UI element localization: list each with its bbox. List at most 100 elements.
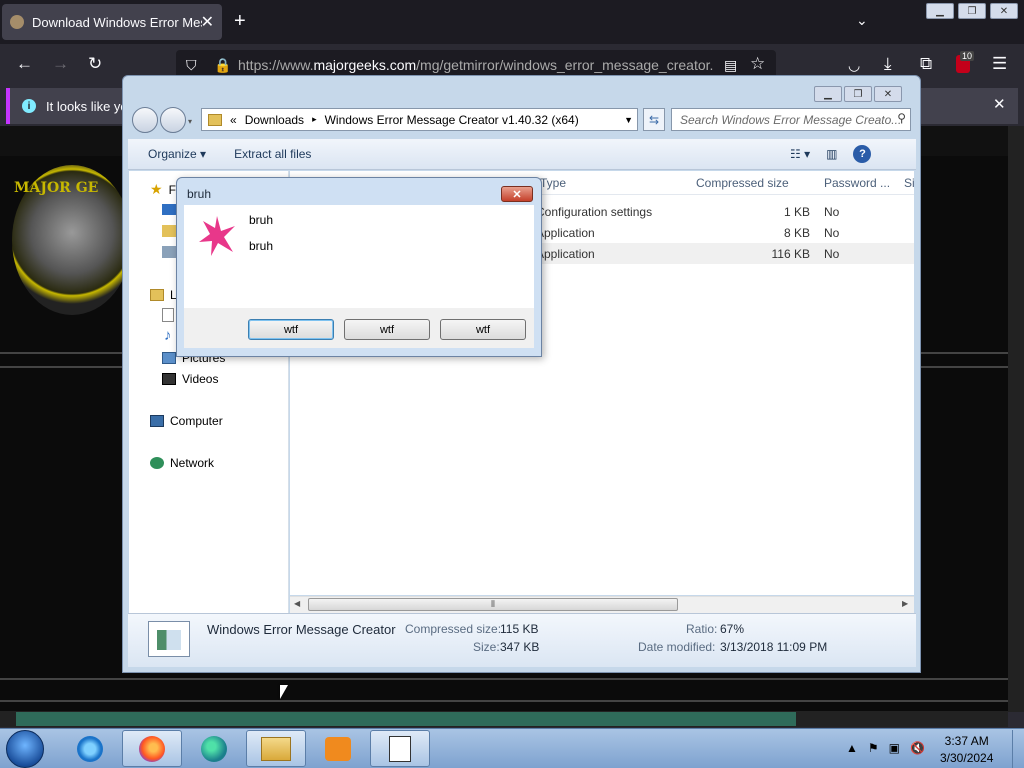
tab-title: Download Windows Error Message Creator — [32, 14, 202, 30]
page-divider — [0, 700, 1008, 702]
music-icon[interactable]: ♪ — [164, 327, 172, 344]
nav-libraries[interactable]: L — [150, 288, 177, 302]
detail-modified-value: 3/13/2018 11:09 PM — [720, 640, 828, 654]
back-arrow-icon[interactable]: ← — [16, 54, 33, 74]
pocket-icon[interactable]: ◡ — [848, 57, 860, 74]
downloads-icon[interactable]: ⤓ — [884, 54, 892, 74]
detail-name: Windows Error Message Creator — [207, 622, 396, 637]
breadcrumb-separator[interactable]: ▸ — [312, 114, 317, 125]
help-icon[interactable]: ? — [853, 145, 872, 163]
file-password: No — [824, 247, 840, 261]
breadcrumb-downloads[interactable]: Downloads — [245, 113, 304, 127]
downloads-folder-icon[interactable] — [162, 225, 176, 237]
close-button[interactable]: ✕ — [990, 3, 1018, 19]
lock-icon[interactable]: 🔒 — [214, 57, 231, 74]
maximize-button[interactable]: ❐ — [958, 3, 986, 19]
reload-icon[interactable]: ↻ — [88, 54, 102, 74]
col-password[interactable]: Password ... — [824, 176, 890, 190]
nav-favorites[interactable]: ★ F — [150, 181, 176, 198]
browser-tab[interactable]: Download Windows Error Message Creator ✕ — [2, 4, 222, 40]
recent-places-icon[interactable] — [162, 246, 176, 258]
address-dropdown-icon[interactable]: ▼ — [624, 115, 633, 125]
tracking-shield-icon[interactable]: ⛉ — [186, 57, 197, 74]
nav-network[interactable]: Network — [150, 456, 214, 470]
breadcrumb-current[interactable]: Windows Error Message Creator v1.40.32 (… — [325, 113, 579, 127]
taskbar-internet-explorer[interactable] — [60, 730, 120, 767]
menu-icon[interactable]: ☰ — [992, 54, 1007, 74]
reader-view-icon[interactable]: ▤ — [724, 57, 737, 74]
star-icon: ★ — [150, 181, 163, 197]
col-size[interactable]: Si — [904, 176, 915, 190]
taskbar-edge[interactable] — [184, 730, 244, 767]
scroll-left-icon[interactable]: ◀ — [294, 599, 300, 608]
new-tab-button[interactable]: + — [234, 10, 246, 33]
address-breadcrumb[interactable]: « Downloads ▸ Windows Error Message Crea… — [201, 108, 638, 131]
preview-pane-icon[interactable]: ▥ — [826, 147, 837, 161]
desktop-icon[interactable] — [162, 204, 176, 215]
taskbar-error-creator[interactable] — [370, 730, 430, 767]
action-center-flag-icon[interactable]: ⚑ — [868, 741, 879, 755]
clock-date: 3/30/2024 — [940, 751, 994, 765]
list-all-tabs-chevron-icon[interactable]: ⌄ — [856, 12, 868, 29]
back-button[interactable] — [132, 107, 158, 133]
dialog-button-2[interactable]: wtf — [344, 319, 430, 340]
extensions-icon[interactable]: ⧉ — [920, 54, 932, 74]
col-type[interactable]: Type — [540, 176, 566, 190]
folder-icon — [208, 113, 222, 126]
minimize-button[interactable]: ▁ — [926, 3, 954, 19]
back-forward-buttons: ▾ — [132, 107, 192, 133]
info-icon: i — [22, 99, 36, 113]
network-icon — [150, 457, 164, 469]
detail-ratio-label: Ratio: — [686, 622, 718, 636]
search-placeholder: Search Windows Error Message Creato... — [680, 112, 902, 127]
show-desktop-button[interactable] — [1012, 730, 1024, 768]
volume-muted-icon[interactable]: 🔇 — [910, 741, 925, 755]
dialog-message-line-1: bruh — [249, 213, 274, 227]
dialog-button-3[interactable]: wtf — [440, 319, 526, 340]
taskbar-media-player[interactable] — [308, 730, 368, 767]
change-view-icon[interactable]: ☷ ▾ — [790, 147, 810, 161]
scroll-right-icon[interactable]: ▶ — [902, 599, 908, 608]
search-icon[interactable]: ⚲ — [897, 111, 906, 125]
documents-icon[interactable] — [162, 308, 174, 322]
window-controls: ▁ ❐ ✕ — [926, 3, 1018, 19]
tab-close-icon[interactable]: ✕ — [201, 12, 214, 32]
taskbar-firefox[interactable] — [122, 730, 182, 767]
show-hidden-icons-icon[interactable]: ▲ — [846, 741, 858, 755]
page-scroll-thumb[interactable] — [16, 712, 796, 726]
zip-file-icon — [148, 621, 190, 657]
nav-videos[interactable]: Videos — [162, 372, 218, 386]
page-vertical-scrollbar[interactable] — [1008, 126, 1024, 712]
start-button[interactable] — [6, 730, 44, 768]
col-compressed-size[interactable]: Compressed size — [696, 176, 789, 190]
detail-size-value: 347 KB — [500, 640, 540, 654]
recent-pages-chevron-icon[interactable]: ▾ — [188, 117, 192, 133]
site-favicon-icon — [10, 15, 24, 29]
organize-button[interactable]: Organize ▾ — [148, 147, 206, 161]
network-tray-icon[interactable]: ▣ — [889, 741, 900, 755]
scroll-thumb[interactable]: ⦀ — [308, 598, 678, 611]
url-domain: majorgeeks.com — [313, 57, 417, 73]
search-input[interactable]: Search Windows Error Message Creato... ⚲ — [671, 108, 911, 131]
nav-computer[interactable]: Computer — [150, 414, 223, 428]
clock[interactable]: 3:37 AM 3/30/2024 — [940, 733, 993, 767]
file-type: Application — [536, 247, 595, 261]
refresh-icon[interactable]: ⇆ — [643, 108, 665, 131]
forward-button[interactable] — [160, 107, 186, 133]
notification-close-icon[interactable]: ✕ — [993, 95, 1006, 113]
taskbar-explorer[interactable] — [246, 730, 306, 767]
view-controls: ☷ ▾ ▥ ? — [790, 145, 872, 163]
mouse-cursor — [280, 685, 288, 699]
explorer-minimize-button[interactable]: ▁ — [814, 86, 842, 102]
pink-star-icon — [199, 216, 235, 256]
explorer-maximize-button[interactable]: ❐ — [844, 86, 872, 102]
bookmark-star-icon[interactable]: ☆ — [750, 54, 765, 74]
explorer-close-button[interactable]: ✕ — [874, 86, 902, 102]
extract-all-button[interactable]: Extract all files — [234, 147, 311, 161]
dialog-close-button[interactable]: ✕ — [501, 186, 533, 202]
file-password: No — [824, 205, 840, 219]
dialog-button-1[interactable]: wtf — [248, 319, 334, 340]
breadcrumb-overflow[interactable]: « — [230, 113, 237, 127]
url-prefix: https://www. — [238, 57, 314, 73]
forward-arrow-icon[interactable]: → — [52, 54, 69, 74]
